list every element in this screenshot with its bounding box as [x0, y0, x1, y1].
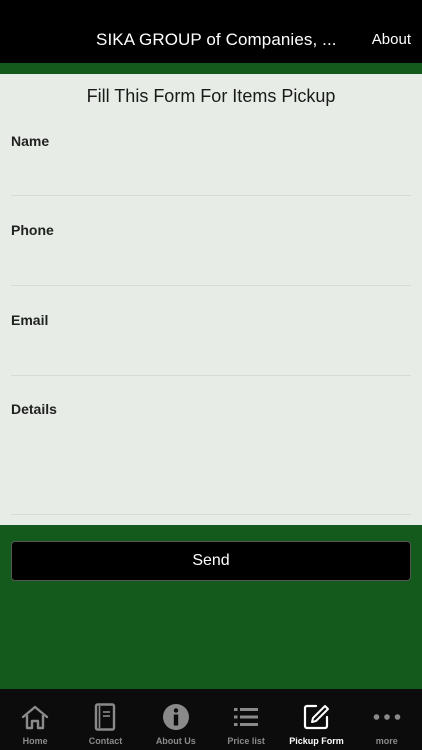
- edit-icon: [302, 703, 330, 731]
- list-icon: [232, 703, 260, 731]
- header-divider: [0, 63, 422, 74]
- more-icon: [373, 703, 401, 731]
- email-input[interactable]: [11, 337, 411, 376]
- app-header: SIKA GROUP of Companies, ... About: [0, 0, 422, 63]
- tab-pickup-form[interactable]: Pickup Form: [281, 689, 351, 750]
- name-label: Name: [11, 133, 50, 149]
- tab-price-list-label: Price list: [227, 736, 265, 746]
- app-title: SIKA GROUP of Companies, ...: [96, 30, 337, 49]
- tab-pickup-form-label: Pickup Form: [289, 736, 344, 746]
- send-button[interactable]: Send: [11, 541, 411, 581]
- info-icon: [162, 703, 190, 731]
- pickup-form: Fill This Form For Items Pickup Name Pho…: [0, 74, 422, 525]
- tab-home[interactable]: Home: [0, 689, 70, 750]
- tab-bar: Home Contact About Us Price list Pickup …: [0, 689, 422, 750]
- name-input[interactable]: [11, 158, 411, 196]
- tab-more[interactable]: more: [352, 689, 422, 750]
- tab-about-us-label: About Us: [155, 736, 196, 746]
- home-icon: [21, 703, 49, 731]
- details-label: Details: [11, 401, 57, 417]
- tab-more-label: more: [375, 736, 398, 746]
- tab-contact[interactable]: Contact: [70, 689, 140, 750]
- tab-contact-label: Contact: [88, 736, 123, 746]
- phone-input[interactable]: [11, 247, 411, 286]
- tab-about-us[interactable]: About Us: [141, 689, 211, 750]
- email-label: Email: [11, 312, 49, 328]
- contact-icon: [91, 703, 119, 731]
- details-textarea[interactable]: [11, 426, 411, 515]
- form-title: Fill This Form For Items Pickup: [86, 86, 336, 106]
- tab-price-list[interactable]: Price list: [211, 689, 281, 750]
- tab-home-label: Home: [22, 736, 48, 746]
- about-button[interactable]: About: [372, 31, 411, 48]
- phone-label: Phone: [11, 222, 54, 238]
